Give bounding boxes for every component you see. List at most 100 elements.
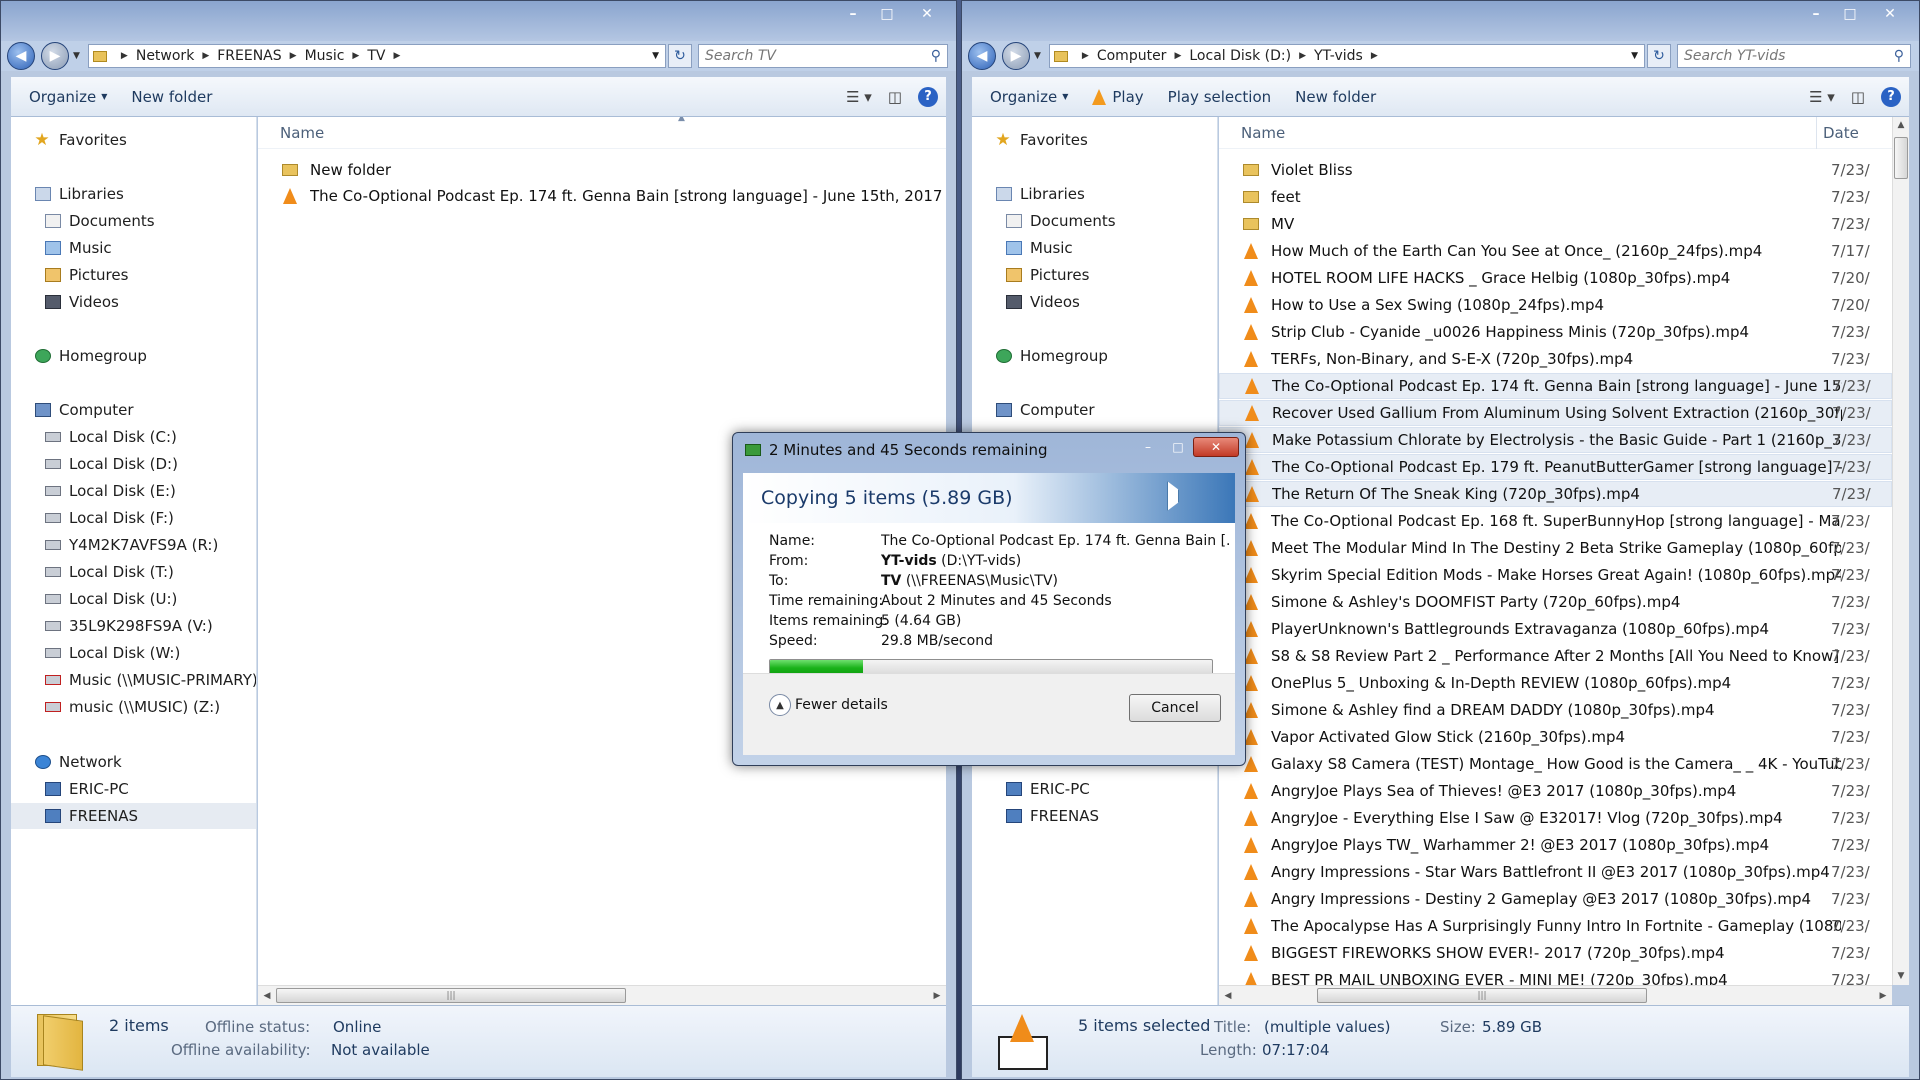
scroll-up-icon[interactable]: ▲ bbox=[1893, 117, 1909, 134]
minimize-icon[interactable]: – bbox=[1799, 1, 1833, 27]
chevron-right-icon[interactable]: ▶ bbox=[290, 51, 297, 61]
column-header-name[interactable]: Name ▲ bbox=[258, 117, 946, 149]
nav-drive[interactable]: Local Disk (F:) bbox=[45, 505, 256, 531]
refresh-button[interactable]: ↻ bbox=[1647, 44, 1671, 68]
scroll-left-icon[interactable]: ◀ bbox=[1219, 991, 1237, 1001]
table-row[interactable]: PlayerUnknown's Battlegrounds Extravagan… bbox=[1219, 616, 1892, 642]
refresh-button[interactable]: ↻ bbox=[668, 44, 692, 68]
scroll-thumb[interactable] bbox=[1894, 137, 1908, 179]
nav-pc[interactable]: FREENAS bbox=[1006, 803, 1217, 829]
close-icon[interactable]: ✕ bbox=[1193, 437, 1239, 457]
table-row[interactable]: AngryJoe Plays TW_ Warhammer 2! @E3 2017… bbox=[1219, 832, 1892, 858]
close-icon[interactable]: ✕ bbox=[1867, 1, 1913, 27]
table-row[interactable]: The Co-Optional Podcast Ep. 168 ft. Supe… bbox=[1219, 508, 1892, 534]
table-row[interactable]: Vapor Activated Glow Stick (2160p_30fps)… bbox=[1219, 724, 1892, 750]
table-row[interactable]: OnePlus 5_ Unboxing & In-Depth REVIEW (1… bbox=[1219, 670, 1892, 696]
new-folder-button[interactable]: New folder bbox=[1283, 88, 1388, 106]
chevron-right-icon[interactable]: ▶ bbox=[393, 51, 400, 61]
nav-drive[interactable]: Local Disk (T:) bbox=[45, 559, 256, 585]
search-icon[interactable]: ⚲ bbox=[931, 48, 941, 64]
scroll-thumb[interactable]: ||| bbox=[276, 988, 626, 1003]
table-row[interactable]: MV 7/23/ bbox=[1219, 211, 1892, 237]
nav-drive[interactable]: Local Disk (U:) bbox=[45, 586, 256, 612]
nav-drive[interactable]: 35L9K298FS9A (V:) bbox=[45, 613, 256, 639]
table-row[interactable]: Simone & Ashley find a DREAM DADDY (1080… bbox=[1219, 697, 1892, 723]
play-selection-button[interactable]: Play selection bbox=[1156, 88, 1283, 106]
scroll-right-icon[interactable]: ▶ bbox=[1874, 991, 1892, 1001]
forward-button[interactable]: ▶ bbox=[41, 42, 69, 70]
scroll-right-icon[interactable]: ▶ bbox=[928, 991, 946, 1001]
minimize-icon[interactable]: – bbox=[1133, 437, 1163, 457]
horizontal-scrollbar[interactable]: ◀ ||| ▶ bbox=[258, 985, 946, 1005]
table-row[interactable]: Strip Club - Cyanide _u0026 Happiness Mi… bbox=[1219, 319, 1892, 345]
nav-pictures[interactable]: Pictures bbox=[45, 262, 256, 288]
close-icon[interactable]: ✕ bbox=[904, 1, 950, 27]
table-row[interactable]: The Return Of The Sneak King (720p_30fps… bbox=[1219, 481, 1892, 507]
to-value[interactable]: TV (\\FREENAS\Music\TV) bbox=[881, 573, 1231, 589]
back-button[interactable]: ◀ bbox=[7, 42, 35, 70]
nav-pc[interactable]: FREENAS bbox=[11, 803, 256, 829]
forward-button[interactable]: ▶ bbox=[1002, 42, 1030, 70]
nav-documents[interactable]: Documents bbox=[1006, 208, 1217, 234]
view-options-icon[interactable]: ☰ ▾ bbox=[846, 88, 872, 106]
chevron-right-icon[interactable]: ▶ bbox=[121, 51, 128, 61]
maximize-icon[interactable]: □ bbox=[870, 1, 904, 27]
column-header-date[interactable]: Date bbox=[1816, 117, 1859, 149]
nav-pc[interactable]: ERIC-PC bbox=[1006, 776, 1217, 802]
breadcrumb-freenas[interactable]: FREENAS bbox=[217, 48, 281, 64]
nav-music[interactable]: Music bbox=[45, 235, 256, 261]
table-row[interactable]: AngryJoe Plays Sea of Thieves! @E3 2017 … bbox=[1219, 778, 1892, 804]
table-row[interactable]: Make Potassium Chlorate by Electrolysis … bbox=[1219, 427, 1892, 453]
dialog-title-bar[interactable]: 2 Minutes and 45 Seconds remaining bbox=[745, 439, 1048, 461]
cancel-button[interactable]: Cancel bbox=[1129, 694, 1221, 722]
organize-button[interactable]: Organize ▼ bbox=[978, 88, 1080, 106]
nav-network[interactable]: Network bbox=[35, 749, 256, 775]
table-row[interactable]: feet 7/23/ bbox=[1219, 184, 1892, 210]
table-row[interactable]: Recover Used Gallium From Aluminum Using… bbox=[1219, 400, 1892, 426]
table-row[interactable]: Simone & Ashley's DOOMFIST Party (720p_6… bbox=[1219, 589, 1892, 615]
chevron-right-icon[interactable]: ▶ bbox=[1371, 51, 1378, 61]
preview-pane-icon[interactable]: ◫ bbox=[1851, 88, 1865, 106]
chevron-right-icon[interactable]: ▶ bbox=[1299, 51, 1306, 61]
table-row[interactable]: How Much of the Earth Can You See at Onc… bbox=[1219, 238, 1892, 264]
table-row[interactable]: The Co-Optional Podcast Ep. 179 ft. Pean… bbox=[1219, 454, 1892, 480]
nav-pc[interactable]: ERIC-PC bbox=[45, 776, 256, 802]
scroll-left-icon[interactable]: ◀ bbox=[258, 991, 276, 1001]
list-item[interactable]: New folder bbox=[258, 157, 946, 183]
table-row[interactable]: AngryJoe - Everything Else I Saw @ E3201… bbox=[1219, 805, 1892, 831]
fewer-details-button[interactable]: ▲ Fewer details bbox=[769, 694, 888, 716]
minimize-icon[interactable]: – bbox=[836, 1, 870, 27]
breadcrumb[interactable]: ▶ Network ▶ FREENAS ▶ Music ▶ TV ▶ ▼ bbox=[87, 44, 666, 68]
history-dropdown-icon[interactable]: ▼ bbox=[73, 51, 80, 61]
nav-favorites[interactable]: ★ Favorites bbox=[33, 127, 256, 153]
chevron-right-icon[interactable]: ▶ bbox=[352, 51, 359, 61]
breadcrumb-local-disk-d[interactable]: Local Disk (D:) bbox=[1189, 48, 1291, 64]
breadcrumb-yt-vids[interactable]: YT-vids bbox=[1314, 48, 1363, 64]
nav-libraries[interactable]: Libraries bbox=[35, 181, 256, 207]
nav-drive[interactable]: Local Disk (D:) bbox=[45, 451, 256, 477]
back-button[interactable]: ◀ bbox=[968, 42, 996, 70]
table-row[interactable]: Skyrim Special Edition Mods - Make Horse… bbox=[1219, 562, 1892, 588]
nav-homegroup[interactable]: Homegroup bbox=[35, 343, 256, 369]
history-dropdown-icon[interactable]: ▼ bbox=[1034, 51, 1041, 61]
nav-computer[interactable]: Computer bbox=[35, 397, 256, 423]
table-row[interactable]: Galaxy S8 Camera (TEST) Montage_ How Goo… bbox=[1219, 751, 1892, 777]
breadcrumb-network[interactable]: Network bbox=[136, 48, 194, 64]
column-header-name[interactable]: Name bbox=[1219, 124, 1285, 142]
title-bar[interactable]: – □ ✕ bbox=[1, 1, 956, 41]
view-options-icon[interactable]: ☰ ▾ bbox=[1809, 88, 1835, 106]
address-dropdown-icon[interactable]: ▼ bbox=[646, 51, 665, 61]
scroll-down-icon[interactable]: ▼ bbox=[1893, 968, 1909, 985]
nav-computer[interactable]: Computer bbox=[996, 397, 1217, 423]
help-icon[interactable]: ? bbox=[918, 86, 938, 107]
table-row[interactable]: How to Use a Sex Swing (1080p_24fps).mp4… bbox=[1219, 292, 1892, 318]
nav-network-drive[interactable]: Music (\\MUSIC-PRIMARY) ( bbox=[45, 667, 256, 693]
help-icon[interactable]: ? bbox=[1881, 86, 1901, 107]
table-row[interactable]: BIGGEST FIREWORKS SHOW EVER!- 2017 (720p… bbox=[1219, 940, 1892, 966]
nav-network-drive[interactable]: music (\\MUSIC) (Z:) bbox=[45, 694, 256, 720]
play-button[interactable]: Play bbox=[1080, 88, 1155, 106]
breadcrumb-music[interactable]: Music bbox=[305, 48, 345, 64]
table-row[interactable]: TERFs, Non-Binary, and S-E-X (720p_30fps… bbox=[1219, 346, 1892, 372]
from-value[interactable]: YT-vids (D:\YT-vids) bbox=[881, 553, 1231, 569]
address-dropdown-icon[interactable]: ▼ bbox=[1625, 51, 1644, 61]
